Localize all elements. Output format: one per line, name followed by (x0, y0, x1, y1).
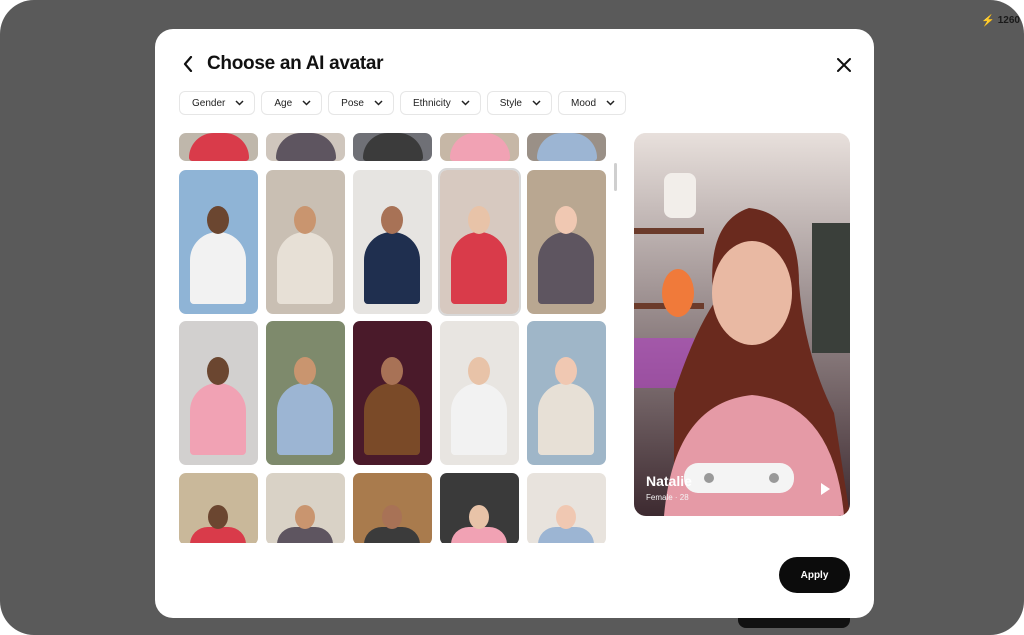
avatar-tile[interactable] (179, 133, 258, 161)
avatar-head (294, 206, 316, 234)
filter-label: Style (499, 97, 522, 109)
avatar-head (468, 357, 490, 385)
avatar-tile[interactable] (353, 133, 432, 161)
avatar-body (277, 527, 333, 543)
avatar-body (364, 232, 420, 304)
avatar-head (381, 357, 403, 385)
grid-scrollbar[interactable] (614, 163, 617, 191)
avatar-tile[interactable] (179, 321, 258, 465)
filter-style[interactable]: Style (486, 91, 552, 115)
avatar-head (295, 505, 315, 530)
avatar-body (190, 232, 246, 304)
avatar-body (189, 133, 249, 161)
avatar-head (208, 505, 228, 530)
avatar-body (277, 232, 333, 304)
avatar-tile[interactable] (266, 321, 345, 465)
chevron-down-icon (302, 100, 311, 106)
credits-badge: ⚡ 1260 (981, 14, 1020, 27)
avatar-tile[interactable] (179, 473, 258, 543)
avatar-tile[interactable] (266, 473, 345, 543)
avatar-head (207, 357, 229, 385)
avatar-head (555, 206, 577, 234)
avatar-tile[interactable] (527, 321, 606, 465)
modal-header: Choose an AI avatar (179, 53, 384, 75)
avatar-body (363, 133, 423, 161)
chevron-down-icon (461, 100, 470, 106)
avatar-tile[interactable] (266, 170, 345, 314)
avatar-head (469, 505, 489, 530)
avatar-tile[interactable] (266, 133, 345, 161)
avatar-row (179, 473, 606, 543)
avatar-tile[interactable] (353, 170, 432, 314)
avatar-body (451, 232, 507, 304)
apply-button[interactable]: Apply (779, 557, 850, 593)
avatar-head (207, 206, 229, 234)
avatar-tile[interactable] (440, 133, 519, 161)
filter-label: Age (274, 97, 293, 109)
filter-mood[interactable]: Mood (557, 91, 626, 115)
filter-age[interactable]: Age (261, 91, 323, 115)
avatar-body (276, 133, 336, 161)
avatar-tile[interactable] (440, 473, 519, 543)
filter-pose[interactable]: Pose (328, 91, 394, 115)
avatar-row (179, 168, 606, 316)
avatar-head (468, 206, 490, 234)
avatar-grid (179, 133, 609, 543)
close-icon[interactable] (834, 55, 854, 75)
avatar-head (294, 357, 316, 385)
avatar-body (537, 133, 597, 161)
avatar-tile[interactable] (527, 170, 606, 314)
avatar-row (179, 133, 606, 161)
preview-image (634, 133, 850, 516)
avatar-body (538, 383, 594, 455)
avatar-tile-selected[interactable] (438, 168, 521, 316)
avatar-body (364, 527, 420, 543)
filter-label: Gender (192, 97, 226, 109)
avatar-body (538, 527, 594, 543)
chevron-down-icon (374, 100, 383, 106)
filter-label: Ethnicity (412, 97, 451, 109)
filter-ethnicity[interactable]: Ethnicity (399, 91, 481, 115)
avatar-tile[interactable] (440, 321, 519, 465)
avatar-body (451, 527, 507, 543)
filter-bar: Gender Age Pose Ethnicity Style Mood (179, 91, 626, 115)
filter-label: Pose (341, 97, 364, 109)
chevron-down-icon (235, 100, 244, 106)
screen-backdrop: ⚡ 1260 Choose an AI avatar Gender Age Po… (0, 0, 1024, 635)
avatar-head (555, 357, 577, 385)
avatar-body (450, 133, 510, 161)
avatar-body (190, 383, 246, 455)
chevron-left-icon[interactable] (179, 54, 197, 74)
avatar-picker-modal: Choose an AI avatar Gender Age Pose Ethn… (155, 29, 874, 618)
avatar-head (382, 505, 402, 530)
avatar-tile[interactable] (527, 133, 606, 161)
chevron-down-icon (606, 100, 615, 106)
avatar-tile[interactable] (353, 321, 432, 465)
avatar-name: Natalie (646, 473, 692, 489)
avatar-body (451, 383, 507, 455)
avatar-body (538, 232, 594, 304)
avatar-tile[interactable] (527, 473, 606, 543)
page-title: Choose an AI avatar (207, 53, 384, 74)
chevron-down-icon (532, 100, 541, 106)
avatar-tile[interactable] (353, 473, 432, 543)
filter-label: Mood (570, 97, 596, 109)
avatar-body (277, 383, 333, 455)
avatar-tile[interactable] (179, 170, 258, 314)
filter-gender[interactable]: Gender (179, 91, 256, 115)
play-icon[interactable] (818, 482, 832, 496)
background-button-peek (738, 618, 850, 628)
avatar-head (381, 206, 403, 234)
avatar-preview: Natalie Female · 28 (634, 133, 850, 516)
avatar-meta: Female · 28 (646, 493, 689, 502)
avatar-body (364, 383, 420, 455)
avatar-row (179, 321, 606, 465)
avatar-head (556, 505, 576, 530)
bolt-icon: ⚡ (981, 15, 995, 27)
avatar-body (190, 527, 246, 543)
credits-value: 1260 (997, 15, 1020, 26)
